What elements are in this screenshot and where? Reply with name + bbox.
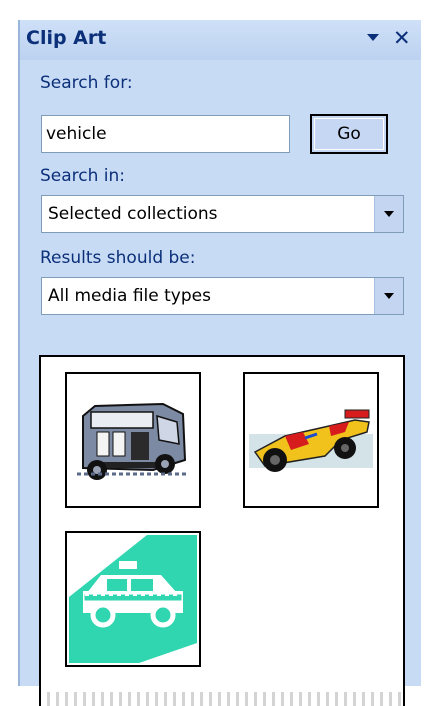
results-type-label: Results should be:	[40, 248, 196, 268]
search-in-dropdown[interactable]: Selected collections	[41, 195, 404, 233]
clipart-item-taxi[interactable]	[65, 531, 201, 667]
search-in-label: Search in:	[40, 166, 126, 186]
clipart-item-ambulance[interactable]	[65, 372, 201, 508]
search-in-dropdown-button[interactable]	[374, 196, 403, 232]
search-in-value: Selected collections	[48, 204, 218, 224]
next-results-row-edge	[41, 692, 403, 706]
go-button-label: Go	[314, 118, 384, 150]
clipart-item-race-car[interactable]	[243, 372, 379, 508]
search-input[interactable]	[41, 115, 290, 153]
taxi-icon	[69, 535, 197, 663]
close-icon[interactable]: ✕	[393, 26, 411, 50]
search-for-label: Search for:	[40, 73, 133, 93]
task-pane-titlebar: Clip Art ✕	[20, 20, 421, 60]
go-button[interactable]: Go	[310, 114, 388, 154]
results-type-dropdown[interactable]: All media file types	[41, 277, 404, 315]
results-panel	[39, 355, 405, 706]
results-type-dropdown-button[interactable]	[374, 278, 403, 314]
pane-menu-dropdown-icon[interactable]	[367, 34, 379, 41]
chevron-down-icon	[384, 293, 394, 299]
pane-title: Clip Art	[26, 27, 107, 49]
race-car-icon	[249, 409, 373, 472]
results-type-value: All media file types	[48, 286, 211, 306]
chevron-down-icon	[384, 211, 394, 217]
clip-art-task-pane: Clip Art ✕ Search for: Go Search in: Sel…	[18, 20, 421, 706]
ambulance-icon	[77, 402, 187, 480]
